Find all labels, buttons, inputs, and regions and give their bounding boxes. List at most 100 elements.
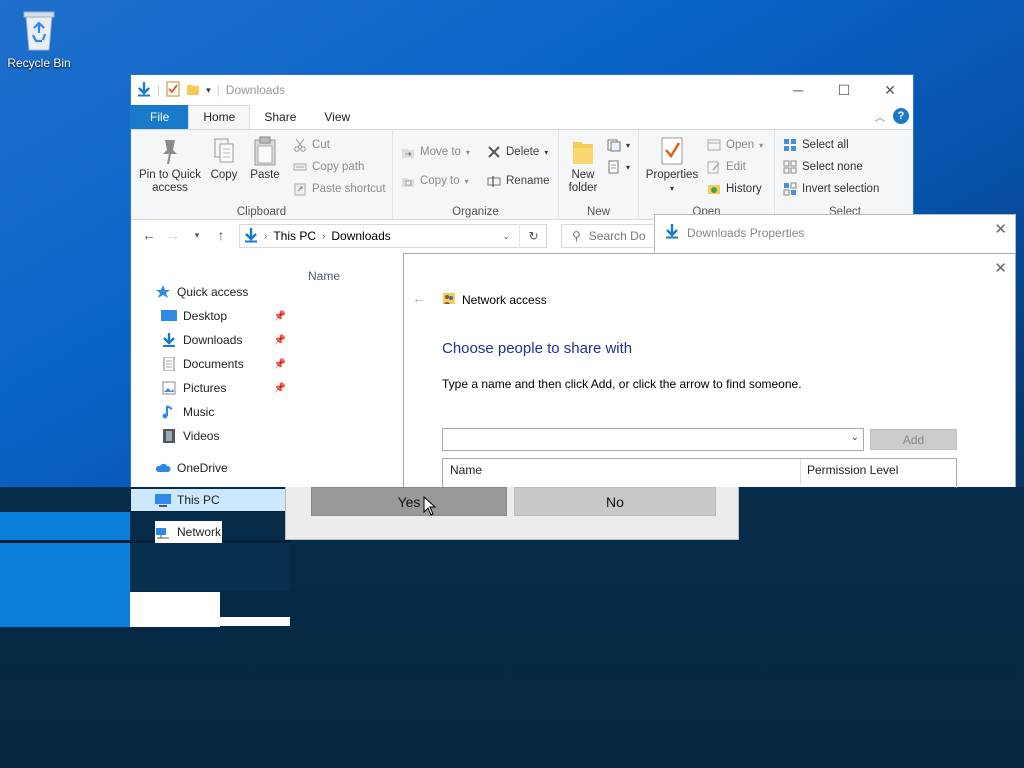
clipboard-group-label: Clipboard (236, 206, 287, 218)
paste-icon (252, 136, 278, 166)
properties-window: Downloads Properties ✕ (654, 214, 1016, 256)
tab-share[interactable]: Share (250, 105, 310, 129)
nav-network[interactable]: Network (155, 521, 222, 543)
easy-access-button[interactable]: ▾ (607, 160, 630, 174)
easy-access-icon (607, 160, 621, 174)
paste-button[interactable]: Paste (247, 136, 283, 182)
properties-button[interactable]: Properties ▾ (643, 136, 701, 195)
nav-videos[interactable]: Videos (161, 425, 286, 447)
address-dropdown-icon[interactable]: ⌄ (502, 231, 510, 242)
copy-to-button[interactable]: Copy to ▾ (401, 174, 469, 188)
address-bar[interactable]: › This PC › Downloads ⌄ (239, 224, 547, 248)
column-header-name[interactable]: Name (450, 463, 482, 477)
refresh-button[interactable]: ↻ (519, 224, 547, 248)
nav-quick-access[interactable]: Quick access (155, 281, 310, 303)
videos-icon (161, 429, 177, 443)
pinned-icon: 📌 (273, 358, 286, 370)
new-item-button[interactable]: ▾ (607, 138, 630, 152)
nav-pictures[interactable]: Pictures 📌 (161, 377, 286, 399)
select-none-button[interactable]: Select none (783, 160, 863, 174)
paste-shortcut-button[interactable]: Paste shortcut (293, 182, 386, 196)
downloads-icon (161, 333, 177, 347)
new-folder-icon[interactable] (186, 82, 200, 99)
downloads-location-icon (244, 227, 258, 246)
tab-home[interactable]: Home (188, 105, 251, 129)
history-button[interactable]: History (707, 182, 762, 196)
render-artifact (0, 511, 290, 512)
render-artifact (130, 543, 290, 591)
properties-close-button[interactable]: ✕ (994, 220, 1007, 238)
recycle-bin-label: Recycle Bin (7, 56, 71, 70)
delete-button[interactable]: Delete ▾ (487, 145, 548, 159)
open-button[interactable]: Open ▾ (707, 138, 763, 152)
collapse-ribbon-icon[interactable]: ︿ (875, 109, 885, 124)
combo-dropdown-arrow-icon[interactable]: ⌄ (851, 432, 859, 443)
edit-button[interactable]: Edit (707, 160, 746, 174)
move-to-button[interactable]: Move to ▾ (401, 145, 470, 159)
pin-to-quick-access-button[interactable]: Pin to Quick access (137, 136, 203, 195)
breadcrumb-this-pc[interactable]: This PC (273, 229, 316, 243)
refresh-icon: ↻ (528, 229, 539, 243)
navigation-pane: Quick access Desktop 📌 Downloads 📌 Docum… (131, 278, 291, 543)
minimize-button[interactable]: ─ (775, 75, 821, 105)
tab-view[interactable]: View (310, 105, 364, 129)
cloud-icon (155, 461, 171, 475)
maximize-button[interactable]: ☐ (821, 75, 867, 105)
select-all-button[interactable]: Select all (783, 138, 849, 152)
history-icon (707, 182, 721, 196)
properties-icon (659, 136, 685, 166)
properties-window-title: Downloads Properties (687, 225, 805, 240)
desktop-icon (161, 309, 177, 323)
edit-icon (707, 160, 721, 174)
close-button[interactable]: ✕ (867, 75, 913, 105)
yes-button[interactable]: Yes (311, 487, 507, 516)
search-placeholder: Search Do (588, 229, 646, 243)
tab-file[interactable]: File (131, 105, 189, 129)
up-arrow-icon[interactable]: ↑ (209, 227, 233, 243)
new-folder-button[interactable]: New folder (565, 136, 601, 195)
nav-documents[interactable]: Documents 📌 (161, 353, 286, 375)
new-group: New folder ▾ ▾ New (559, 130, 639, 220)
name-combobox[interactable]: ⌄ (442, 428, 864, 451)
column-header-name[interactable]: Name (308, 269, 340, 283)
column-header-permission[interactable]: Permission Level (807, 463, 898, 477)
nav-downloads[interactable]: Downloads 📌 (161, 329, 286, 351)
recent-locations-icon[interactable]: ▾ (185, 230, 209, 241)
recycle-bin-shortcut[interactable]: Recycle Bin (4, 6, 74, 70)
star-icon (155, 285, 171, 299)
computer-icon (155, 493, 171, 507)
forward-arrow-icon[interactable]: → (161, 227, 185, 243)
no-button[interactable]: No (514, 487, 716, 516)
dialog-instruction: Type a name and then click Add, or click… (442, 377, 802, 391)
nav-this-pc[interactable]: This PC (131, 489, 289, 511)
render-artifact (220, 617, 290, 626)
back-arrow-icon[interactable]: ← (137, 227, 161, 243)
copy-button[interactable]: Copy (207, 136, 241, 182)
rename-button[interactable]: Rename (487, 174, 549, 188)
rename-icon (487, 174, 501, 188)
organize-group: Move to ▾ Copy to ▾ Delete ▾ Rename Organiz… (393, 130, 559, 220)
customize-dropdown-icon[interactable]: ▾ (206, 85, 211, 96)
desktop-artifact-band (0, 511, 130, 627)
dialog-back-arrow-icon[interactable]: ← (412, 290, 426, 306)
dialog-close-button[interactable]: ✕ (994, 259, 1007, 277)
network-sharing-icon (442, 291, 456, 308)
copy-path-button[interactable]: Copy path (293, 160, 364, 174)
add-button[interactable]: Add (870, 429, 957, 450)
properties-checklist-icon[interactable] (166, 81, 180, 100)
dialog-heading: Choose people to share with (442, 340, 633, 357)
music-icon (161, 405, 177, 419)
recycle-bin-icon (20, 8, 58, 52)
copy-icon (211, 136, 237, 166)
invert-selection-button[interactable]: Invert selection (783, 182, 879, 196)
cut-button[interactable]: Cut (293, 138, 330, 152)
nav-desktop[interactable]: Desktop 📌 (161, 305, 286, 327)
mouse-cursor-icon (423, 495, 437, 516)
nav-music[interactable]: Music (161, 401, 286, 423)
nav-onedrive[interactable]: OneDrive (155, 457, 310, 479)
new-group-label: New (586, 206, 610, 218)
help-icon[interactable]: ? (893, 108, 909, 124)
breadcrumb-downloads[interactable]: Downloads (331, 229, 390, 243)
scissors-icon (293, 138, 307, 152)
select-all-icon (783, 138, 797, 152)
